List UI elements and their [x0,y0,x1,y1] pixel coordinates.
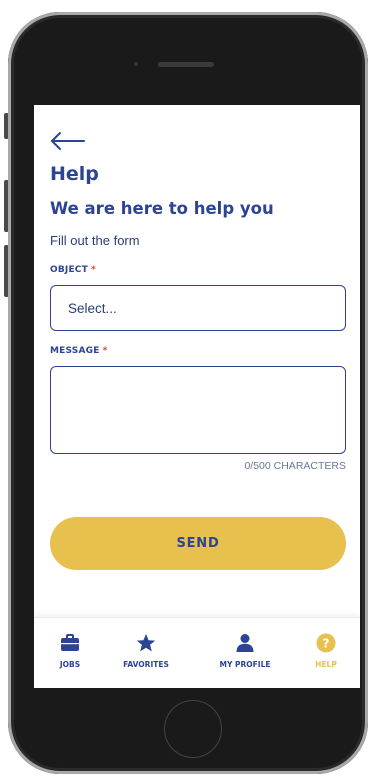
send-button[interactable]: SEND [50,517,346,570]
star-icon [136,634,156,652]
bottom-navigation: JOBS FAVORITES MY PROFILE ? HELP [34,617,360,688]
message-textarea[interactable] [50,366,346,454]
form-intro-text: Fill out the form [50,233,140,248]
app-screen: Help We are here to help you Fill out th… [34,105,360,688]
object-select-value: Select... [68,300,117,316]
nav-label-my-profile: MY PROFILE [219,660,271,669]
nav-item-favorites[interactable]: FAVORITES [116,618,176,688]
earpiece-speaker [158,62,214,67]
required-mark: * [90,265,96,275]
nav-item-help[interactable]: ? HELP [310,618,342,688]
nav-item-jobs[interactable]: JOBS [50,618,90,688]
user-icon [236,634,254,652]
object-select[interactable]: Select... [50,285,346,331]
front-camera [134,62,138,66]
nav-label-jobs: JOBS [59,660,81,669]
nav-label-favorites: FAVORITES [123,660,169,669]
message-field-label: MESSAGE * [50,346,108,356]
svg-text:?: ? [323,637,330,651]
phone-mockup: Help We are here to help you Fill out th… [0,0,378,780]
briefcase-icon [61,634,79,651]
nav-item-my-profile[interactable]: MY PROFILE [212,618,278,688]
object-label-text: OBJECT [50,265,88,275]
back-arrow-icon[interactable] [50,131,86,151]
message-label-text: MESSAGE [50,346,100,356]
page-title: Help [50,163,99,185]
object-field-label: OBJECT * [50,265,96,275]
character-counter: 0/500 CHARACTERS [244,460,346,472]
required-mark: * [102,346,108,356]
page-subtitle: We are here to help you [50,199,274,218]
nav-label-help: HELP [315,660,337,669]
help-circle-icon: ? [316,633,336,653]
home-button[interactable] [164,700,222,758]
